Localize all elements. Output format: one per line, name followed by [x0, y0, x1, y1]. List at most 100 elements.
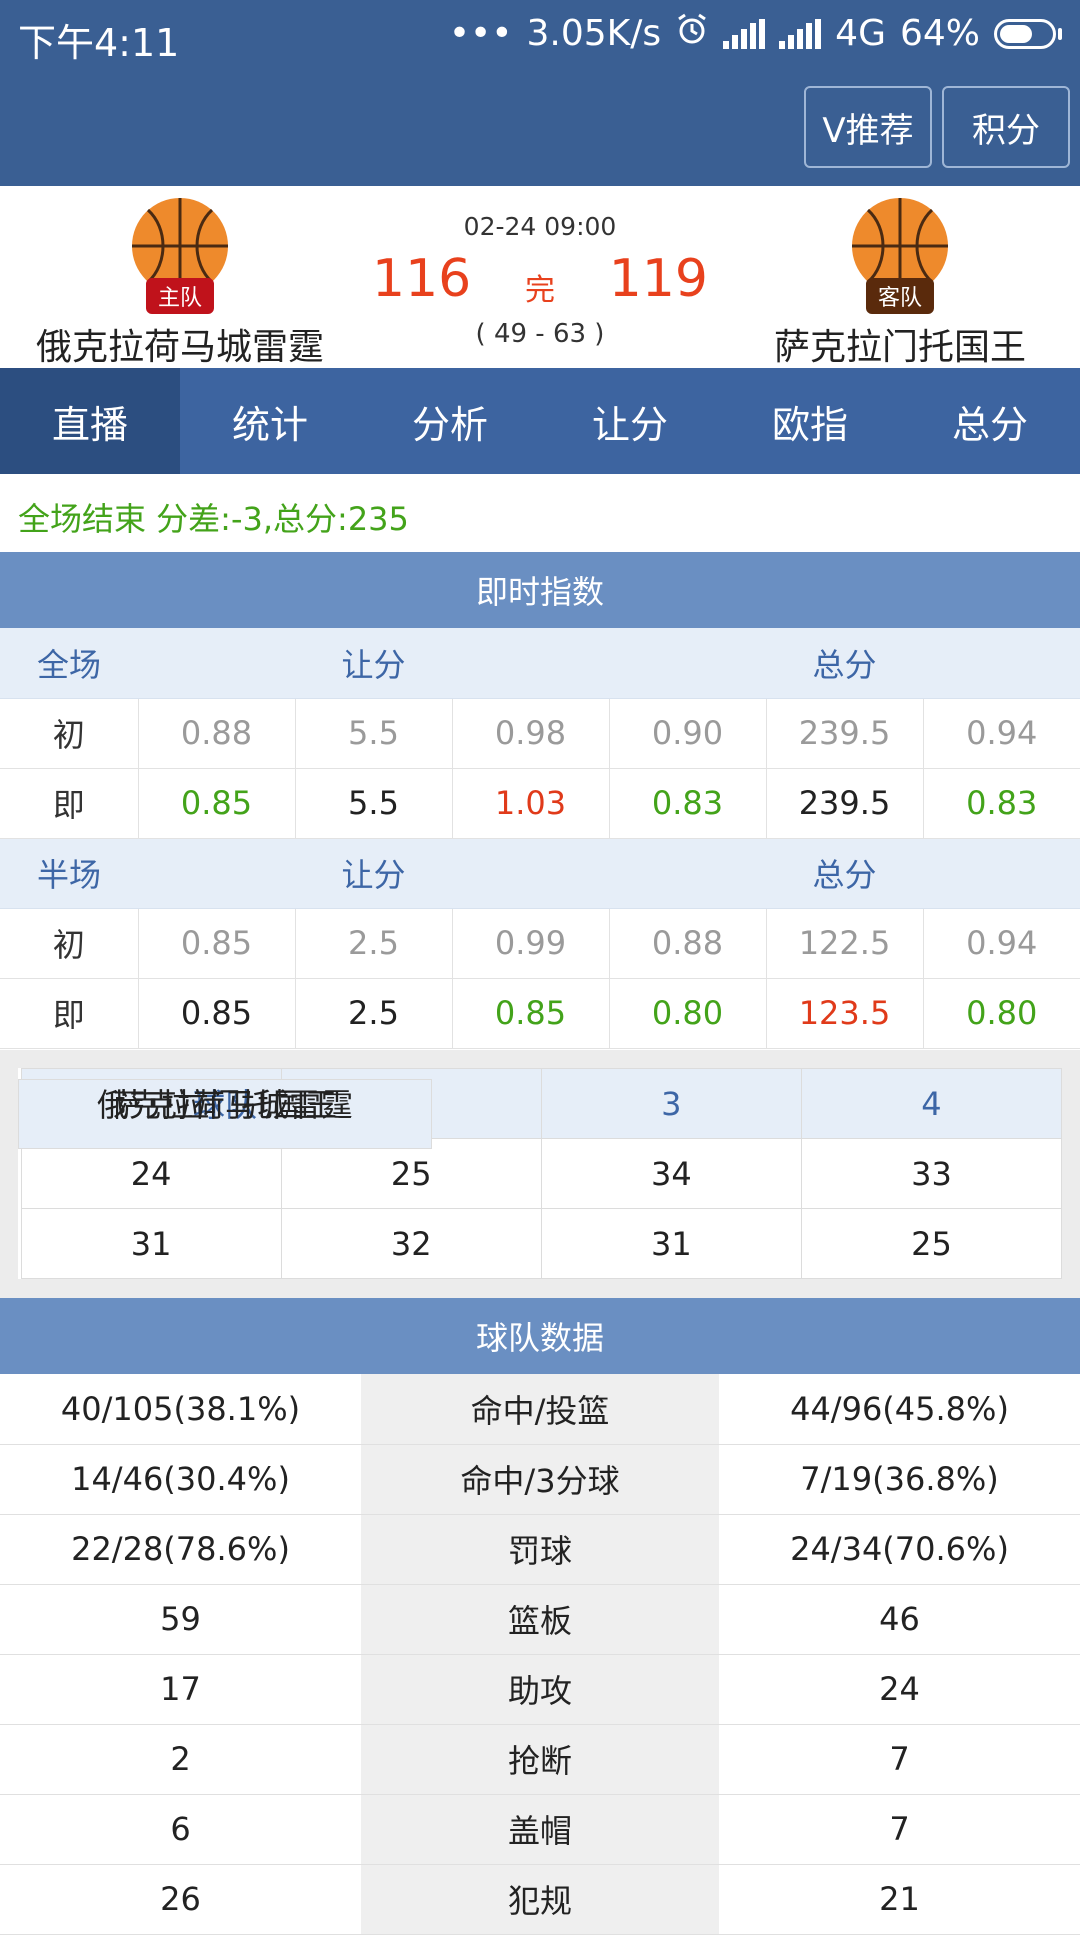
odds-row-label: 初: [0, 908, 139, 979]
score-line: 116 完 119: [340, 249, 740, 319]
stat-label: 罚球: [361, 1514, 719, 1585]
odds-row-label: 即: [0, 978, 139, 1049]
team-stats-header: 球队数据: [0, 1298, 1080, 1374]
status-right: ••• 3.05K/s 4G 64%: [449, 12, 1062, 55]
table-row: 萨克拉门托国王 31 32 31 25: [18, 1078, 1063, 1279]
home-stat: 22/28(78.6%): [0, 1514, 361, 1585]
more-dots-icon: •••: [448, 13, 513, 54]
quarter-score: 32: [280, 1208, 542, 1279]
home-team[interactable]: 主队 俄克拉荷马城雷霆: [30, 196, 330, 370]
odds-handicap-label: 让分: [138, 838, 609, 909]
away-stat: 7: [719, 1724, 1080, 1795]
away-stat: 7: [719, 1794, 1080, 1865]
odds-cell: 0.83: [609, 768, 767, 839]
quarter-header: 3: [540, 1068, 802, 1139]
odds-row: 初 0.85 2.5 0.99 0.88 122.5 0.94: [0, 908, 1080, 979]
home-stat: 14/46(30.4%): [0, 1444, 361, 1515]
odds-cell: 0.94: [923, 908, 1080, 979]
home-team-name: 俄克拉荷马城雷霆: [35, 327, 324, 368]
odds-cell: 0.83: [923, 768, 1080, 839]
top-bar: 下午4:11 ••• 3.05K/s 4G 64% V推荐 积分: [0, 0, 1080, 186]
away-stat: 7/19(36.8%): [719, 1444, 1080, 1515]
quarter-team-name: 萨克拉门托国王: [18, 1078, 432, 1149]
stat-label: 犯规: [361, 1864, 719, 1935]
table-row: 俄克拉荷马城雷霆 24 25 34 33: [18, 1078, 1063, 1209]
odds-cell: 123.5: [766, 978, 924, 1049]
tab-bar: 直播 统计 分析 让分 欧指 总分: [0, 368, 1080, 474]
home-stat: 40/105(38.1%): [0, 1374, 361, 1445]
odds-cell: 0.98: [452, 698, 610, 769]
table-row: 2 抢断 7: [0, 1724, 1080, 1795]
odds-row-label: 即: [0, 768, 139, 839]
table-row: 22/28(78.6%) 罚球 24/34(70.6%): [0, 1514, 1080, 1585]
status-bar: 下午4:11 ••• 3.05K/s 4G 64%: [0, 0, 1080, 70]
quarter-score: 34: [540, 1138, 802, 1209]
odds-header-row: 全场 让分 总分: [0, 628, 1080, 699]
tab-euro-odds[interactable]: 欧指: [720, 368, 900, 474]
home-stat: 17: [0, 1654, 361, 1725]
away-stat: 21: [719, 1864, 1080, 1935]
quarter-header: 4: [800, 1068, 1063, 1139]
quarter-scores-section: 球队 1 2 3 4 俄克拉荷马城雷霆 24 25 34 33 萨克拉门托国王 …: [0, 1050, 1080, 1298]
battery-percent: 64%: [899, 13, 980, 54]
half-score: ( 49 - 63 ): [475, 319, 605, 349]
stat-label: 篮板: [361, 1584, 719, 1655]
table-row: 26 犯规 21: [0, 1864, 1080, 1935]
quarter-score: 31: [540, 1208, 802, 1279]
vip-recommend-button[interactable]: V推荐: [804, 86, 932, 168]
odds-cell: 0.88: [609, 908, 767, 979]
odds-cell: 0.85: [452, 978, 610, 1049]
basketball-icon: 客队: [850, 196, 950, 314]
odds-cell: 2.5: [295, 908, 453, 979]
full-game-odds-table: 全场 让分 总分 初 0.88 5.5 0.98 0.90 239.5 0.94…: [0, 628, 1080, 1049]
odds-total-label: 总分: [609, 838, 1080, 909]
stat-label: 命中/投篮: [361, 1374, 719, 1445]
odds-cell: 0.85: [138, 908, 296, 979]
table-row: 6 盖帽 7: [0, 1794, 1080, 1865]
tab-total[interactable]: 总分: [900, 368, 1080, 474]
odds-cell: 239.5: [766, 698, 924, 769]
alarm-icon: [675, 12, 709, 55]
points-button[interactable]: 积分: [942, 86, 1070, 168]
table-row: 14/46(30.4%) 命中/3分球 7/19(36.8%): [0, 1444, 1080, 1515]
tab-analysis[interactable]: 分析: [360, 368, 540, 474]
away-stat: 44/96(45.8%): [719, 1374, 1080, 1445]
odds-cell: 0.88: [138, 698, 296, 769]
odds-cell: 0.85: [138, 768, 296, 839]
odds-cell: 0.90: [609, 698, 767, 769]
home-stat: 59: [0, 1584, 361, 1655]
quarter-score: 33: [800, 1138, 1063, 1209]
odds-cell: 122.5: [766, 908, 924, 979]
odds-header-row: 半场 让分 总分: [0, 838, 1080, 909]
odds-handicap-label: 让分: [138, 628, 609, 699]
table-row: 17 助攻 24: [0, 1654, 1080, 1725]
odds-cell: 0.85: [138, 978, 296, 1049]
quarter-score: 24: [20, 1138, 282, 1209]
tab-handicap[interactable]: 让分: [540, 368, 720, 474]
odds-total-label: 总分: [609, 628, 1080, 699]
quarter-scores-table: 球队 1 2 3 4 俄克拉荷马城雷霆 24 25 34 33 萨克拉门托国王 …: [18, 1068, 1063, 1279]
tab-stats[interactable]: 统计: [180, 368, 360, 474]
odds-row-label: 初: [0, 698, 139, 769]
odds-cell: 5.5: [295, 768, 453, 839]
stat-label: 抢断: [361, 1724, 719, 1795]
odds-cell: 5.5: [295, 698, 453, 769]
odds-period-label: 半场: [0, 838, 138, 909]
signal-icon-2: [779, 18, 822, 49]
odds-cell: 0.80: [923, 978, 1080, 1049]
match-datetime: 02-24 09:00: [463, 212, 617, 241]
odds-period-label: 全场: [0, 628, 138, 699]
home-team-badge: 主队: [145, 278, 215, 314]
odds-cell: 1.03: [452, 768, 610, 839]
away-team-name: 萨克拉门托国王: [773, 327, 1026, 368]
team-stats-table: 40/105(38.1%) 命中/投篮 44/96(45.8%) 14/46(3…: [0, 1374, 1080, 1935]
stat-label: 助攻: [361, 1654, 719, 1725]
odds-row: 即 0.85 5.5 1.03 0.83 239.5 0.83: [0, 768, 1080, 839]
odds-cell: 0.94: [923, 698, 1080, 769]
home-stat: 26: [0, 1864, 361, 1935]
away-team[interactable]: 客队 萨克拉门托国王: [750, 196, 1050, 370]
quarter-score: 31: [20, 1208, 282, 1279]
table-row: 40/105(38.1%) 命中/投篮 44/96(45.8%): [0, 1374, 1080, 1445]
odds-cell: 239.5: [766, 768, 924, 839]
tab-live[interactable]: 直播: [0, 368, 180, 474]
